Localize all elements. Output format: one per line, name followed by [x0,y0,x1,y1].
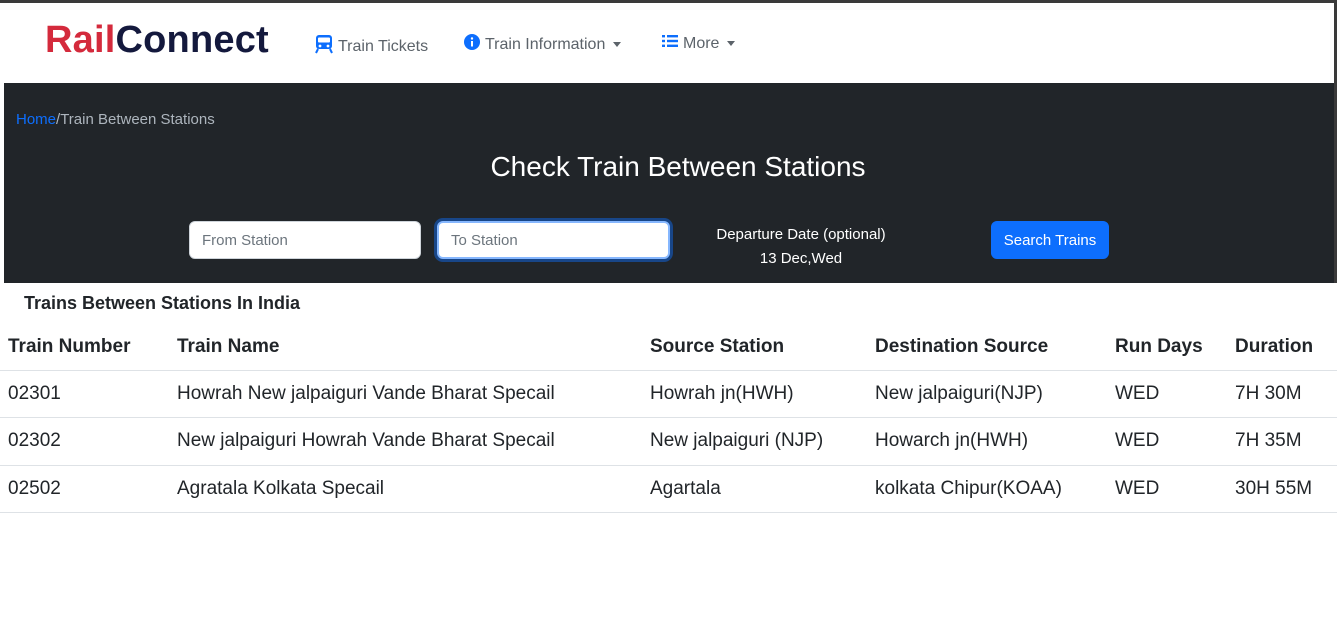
cell-run-days: WED [1107,417,1227,466]
nav-train-tickets-label: Train Tickets [338,37,429,55]
nav-train-tickets[interactable]: Train Tickets [315,34,428,59]
header-source-station: Source Station [642,324,867,371]
cell-source-station: Agartala [642,465,867,513]
table-row[interactable]: 02502 Agratala Kolkata Specail Agartala … [0,465,1337,513]
brand-logo[interactable]: RailConnect [45,19,269,62]
navbar: RailConnect Train Tickets Train Informat… [4,3,1334,83]
cell-run-days: WED [1107,370,1227,418]
cell-train-name: Howrah New jalpaiguri Vande Bharat Speca… [169,370,642,418]
header-destination-source: Destination Source [867,324,1107,371]
brand-part-connect: Connect [115,19,269,61]
cell-source-station: New jalpaiguri (NJP) [642,417,867,466]
from-station-input[interactable] [189,221,421,259]
results-title: Trains Between Stations In India [24,293,301,313]
header-duration: Duration [1227,324,1337,371]
cell-destination: kolkata Chipur(KOAA) [867,465,1107,513]
to-station-input[interactable] [437,221,670,259]
search-hero: Home/Train Between Stations Check Train … [4,83,1334,283]
nav-more-label: More [683,34,720,52]
header-train-number: Train Number [0,324,169,371]
trains-table: Train Number Train Name Source Station D… [0,324,1337,513]
cell-duration: 7H 35M [1227,417,1337,466]
info-circle-icon [464,34,480,55]
cell-train-number: 02502 [0,465,169,513]
cell-train-number: 02301 [0,370,169,418]
header-run-days: Run Days [1107,324,1227,371]
table-header-row: Train Number Train Name Source Station D… [0,324,1337,371]
breadcrumb: Home/Train Between Stations [16,111,215,128]
chevron-down-icon [727,41,736,46]
departure-date-label: Departure Date (optional) [716,226,886,243]
cell-train-name: Agratala Kolkata Specail [169,465,642,513]
breadcrumb-home-link[interactable]: Home [16,111,56,128]
cell-duration: 30H 55M [1227,465,1337,513]
train-icon [315,34,333,59]
departure-date-value: 13 Dec,Wed [759,250,843,267]
list-icon [662,34,678,53]
brand-part-rail: Rail [45,19,116,61]
nav-train-information-label: Train Information [485,35,606,53]
table-row[interactable]: 02302 New jalpaiguri Howrah Vande Bharat… [0,417,1337,466]
departure-date-picker[interactable]: Departure Date (optional) 13 Dec,Wed [694,223,908,271]
cell-train-number: 02302 [0,417,169,466]
cell-destination: Howarch jn(HWH) [867,417,1107,466]
page-title: Check Train Between Stations [490,151,866,182]
cell-destination: New jalpaiguri(NJP) [867,370,1107,418]
table-row[interactable]: 02301 Howrah New jalpaiguri Vande Bharat… [0,370,1337,418]
nav-more[interactable]: More [662,34,736,53]
breadcrumb-current: Train Between Stations [60,111,215,128]
nav-train-information[interactable]: Train Information [464,34,622,55]
cell-run-days: WED [1107,465,1227,513]
header-train-name: Train Name [169,324,642,371]
search-trains-button[interactable]: Search Trains [991,221,1109,259]
cell-train-name: New jalpaiguri Howrah Vande Bharat Speca… [169,417,642,466]
chevron-down-icon [613,42,622,47]
cell-source-station: Howrah jn(HWH) [642,370,867,418]
cell-duration: 7H 30M [1227,370,1337,418]
